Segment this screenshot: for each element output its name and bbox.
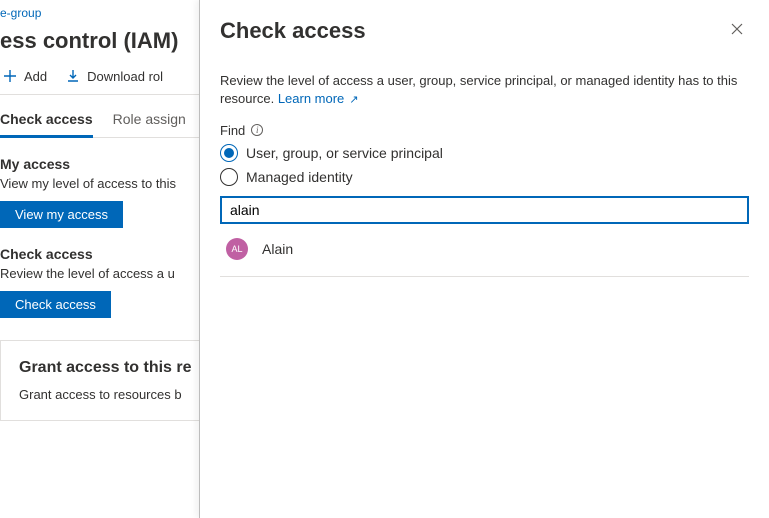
radio-managed-label: Managed identity (246, 169, 353, 185)
info-icon[interactable]: i (251, 124, 263, 136)
radio-managed-identity[interactable]: Managed identity (220, 168, 749, 186)
learn-more-text: Learn more (278, 91, 344, 106)
check-access-button[interactable]: Check access (0, 291, 111, 318)
view-my-access-button[interactable]: View my access (0, 201, 123, 228)
check-access-panel: Check access Review the level of access … (199, 0, 769, 518)
add-label: Add (24, 69, 47, 84)
close-icon (731, 22, 743, 38)
close-button[interactable] (725, 18, 749, 42)
divider (220, 276, 749, 277)
download-icon (65, 68, 81, 84)
panel-description: Review the level of access a user, group… (220, 72, 749, 109)
search-result-item[interactable]: AL Alain (220, 224, 749, 274)
radio-icon (220, 168, 238, 186)
radio-user-group[interactable]: User, group, or service principal (220, 144, 749, 162)
external-link-icon: ↗ (346, 94, 358, 106)
tab-role-assignments[interactable]: Role assign (113, 101, 186, 137)
result-name: Alain (262, 241, 293, 257)
avatar: AL (226, 238, 248, 260)
find-label: Find i (220, 123, 749, 138)
search-input[interactable] (220, 196, 749, 224)
add-button[interactable]: Add (2, 68, 47, 84)
find-label-text: Find (220, 123, 245, 138)
download-label: Download rol (87, 69, 163, 84)
learn-more-link[interactable]: Learn more ↗ (278, 91, 359, 106)
radio-user-label: User, group, or service principal (246, 145, 443, 161)
plus-icon (2, 68, 18, 84)
panel-title: Check access (220, 18, 366, 44)
download-button[interactable]: Download rol (65, 68, 163, 84)
breadcrumb-link[interactable]: e-group (0, 6, 41, 20)
radio-icon-selected (220, 144, 238, 162)
tab-check-access[interactable]: Check access (0, 101, 93, 138)
